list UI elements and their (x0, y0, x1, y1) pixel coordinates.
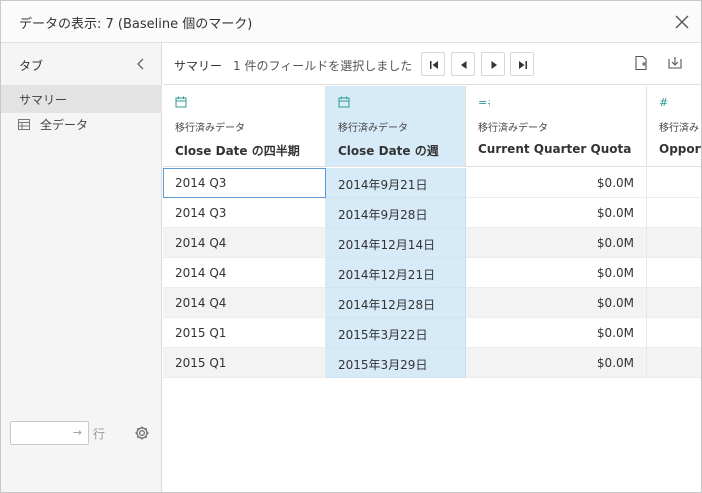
table-cell[interactable]: 2014年9月21日 (326, 168, 466, 198)
sidebar-item-summary[interactable]: サマリー (1, 85, 162, 113)
svg-text:=#: =# (478, 96, 490, 108)
table-cell[interactable] (647, 198, 701, 228)
toolbar-summary-label: サマリー (174, 59, 223, 73)
column-name: Close Date の四半期 (175, 144, 300, 158)
selection-status: 1 件のフィールドを選択しました (233, 59, 413, 73)
sidebar-item-all-data[interactable]: 全データ (1, 111, 162, 139)
next-page-button[interactable] (481, 52, 505, 76)
column-name: Current Quarter Quota (478, 142, 632, 156)
column-close-date-quarter: 移行済みデータ Close Date の四半期 2014 Q3 2014 Q3 … (163, 86, 326, 378)
column-type-label: 移行済みデータ (478, 123, 548, 134)
table-cell[interactable] (647, 318, 701, 348)
table-cell[interactable]: 2014年12月21日 (326, 258, 466, 288)
table-cell[interactable]: 2014 Q4 (163, 228, 326, 258)
skip-last-icon (519, 61, 527, 69)
table-cell[interactable]: 2014年9月28日 (326, 198, 466, 228)
column-header[interactable]: 移行済みデータ Close Date の四半期 (163, 86, 326, 167)
table-cell[interactable]: 2014年12月14日 (326, 228, 466, 258)
data-toolbar: サマリー 1 件のフィールドを選択しました (163, 43, 701, 85)
measure-icon: =# (478, 96, 490, 108)
table-cell[interactable]: $0.0M (466, 168, 647, 198)
tabs-sidebar: タブ サマリー 全データ → 行 (1, 43, 162, 492)
sidebar-item-label: サマリー (19, 93, 68, 107)
table-cell[interactable] (647, 288, 701, 318)
dialog-title: データの表示: 7 (Baseline 個のマーク) (19, 17, 253, 32)
column-type-label: 移行済みデータ (338, 123, 408, 134)
column-name: Close Date の週 (338, 144, 439, 158)
table-cell[interactable]: 2015 Q1 (163, 348, 326, 378)
table-cell[interactable]: 2014 Q4 (163, 258, 326, 288)
table-icon (18, 119, 30, 130)
arrow-right-icon: → (72, 426, 82, 439)
calendar-icon (175, 96, 187, 108)
column-header[interactable]: 移行済みデータ Close Date の週 (326, 86, 466, 167)
dialog-titlebar: データの表示: 7 (Baseline 個のマーク) (1, 1, 701, 43)
column-header[interactable]: # 移行済み Opport (647, 86, 701, 167)
rows-label: 行 (93, 427, 106, 441)
table-cell[interactable]: 2014 Q3 (163, 198, 326, 228)
column-current-quarter-quota: =# 移行済みデータ Current Quarter Quota $0.0M $… (466, 86, 647, 378)
column-opportunity: # 移行済み Opport (647, 86, 701, 378)
table-cell[interactable] (647, 228, 701, 258)
calendar-icon (338, 96, 350, 108)
sidebar-item-label: 全データ (40, 118, 89, 132)
table-cell[interactable]: 2015年3月29日 (326, 348, 466, 378)
table-cell[interactable]: $0.0M (466, 318, 647, 348)
last-page-button[interactable] (510, 52, 534, 76)
column-type-label: 移行済みデータ (175, 123, 245, 134)
first-page-button[interactable] (421, 52, 445, 76)
data-grid: 移行済みデータ Close Date の四半期 2014 Q3 2014 Q3 … (163, 86, 701, 493)
column-type-label: 移行済み (659, 123, 699, 134)
view-data-dialog: データの表示: 7 (Baseline 個のマーク) タブ サマリー 全データ … (0, 0, 702, 493)
download-icon[interactable] (667, 55, 683, 71)
column-name: Opport (659, 142, 701, 156)
rows-count-input[interactable]: → (10, 421, 89, 445)
play-back-icon (461, 61, 467, 69)
table-cell[interactable] (647, 168, 701, 198)
close-icon[interactable] (673, 13, 691, 31)
skip-first-icon (430, 61, 438, 69)
table-cell[interactable]: $0.0M (466, 258, 647, 288)
table-cell[interactable] (647, 348, 701, 378)
column-header[interactable]: =# 移行済みデータ Current Quarter Quota (466, 86, 647, 167)
play-forward-icon (491, 61, 497, 69)
gear-icon[interactable] (134, 425, 150, 441)
collapse-sidebar-icon[interactable] (135, 56, 147, 72)
table-cell[interactable]: $0.0M (466, 348, 647, 378)
measure-icon: # (659, 96, 668, 108)
table-cell[interactable]: 2015 Q1 (163, 318, 326, 348)
table-cell[interactable]: 2014 Q3 (163, 168, 326, 198)
table-cell[interactable] (647, 258, 701, 288)
table-cell[interactable]: 2014 Q4 (163, 288, 326, 318)
previous-page-button[interactable] (451, 52, 475, 76)
sidebar-header: タブ (19, 59, 44, 73)
table-cell[interactable]: $0.0M (466, 228, 647, 258)
svg-text:#: # (659, 96, 668, 108)
show-fields-icon[interactable] (633, 55, 649, 71)
table-cell[interactable]: 2015年3月22日 (326, 318, 466, 348)
table-cell[interactable]: $0.0M (466, 288, 647, 318)
table-cell[interactable]: $0.0M (466, 198, 647, 228)
column-close-date-week: 移行済みデータ Close Date の週 2014年9月21日 2014年9月… (326, 86, 466, 378)
table-cell[interactable]: 2014年12月28日 (326, 288, 466, 318)
